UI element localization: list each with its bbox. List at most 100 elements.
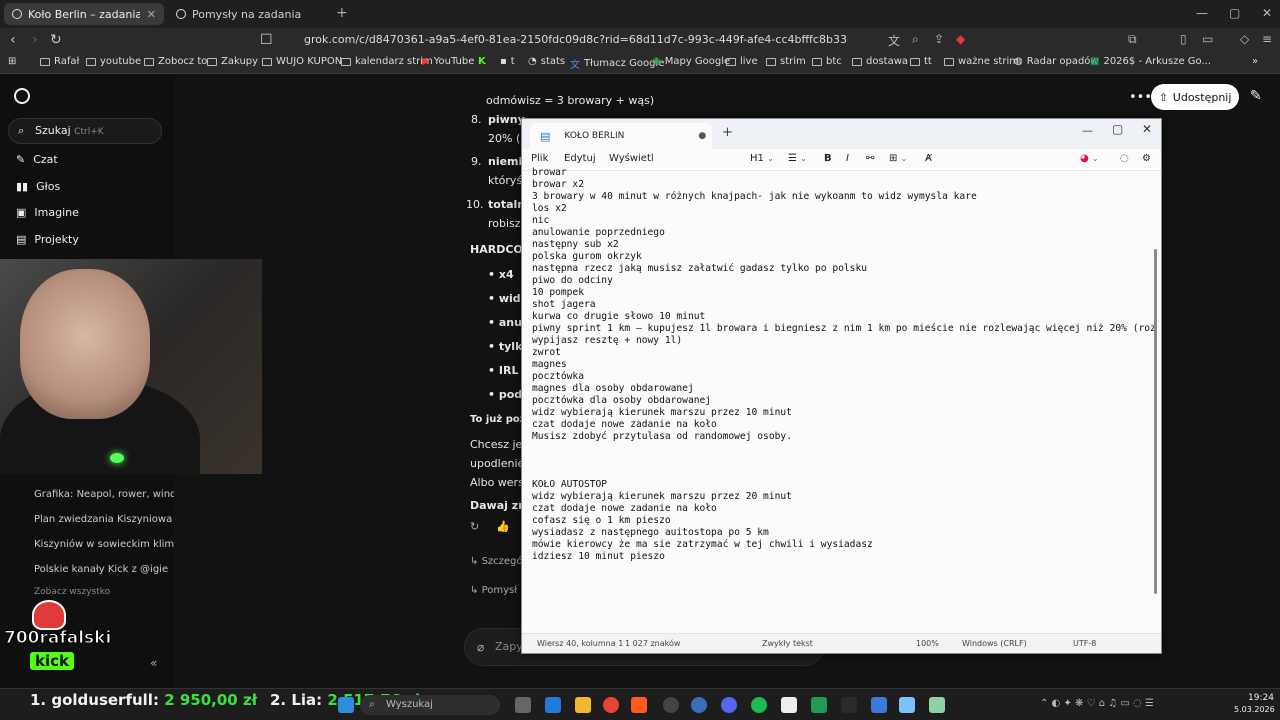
settings-gear-icon[interactable]: ⚙ [1142, 153, 1151, 164]
sidebar-item-projects[interactable]: ▤ Projekty [16, 233, 79, 246]
bookmark-item[interactable]: Zakupy [207, 56, 258, 67]
task-view-icon[interactable] [515, 697, 531, 713]
heading-dropdown[interactable]: H1 ⌄ [750, 153, 774, 164]
notepad-tab[interactable]: ▤ KOŁO BERLIN ● [530, 123, 712, 149]
list-icon[interactable]: ☰ ⌄ [788, 153, 807, 164]
back-icon[interactable]: ‹ [10, 32, 16, 48]
bookmark-item[interactable]: strim [766, 56, 806, 67]
collapse-sidebar-icon[interactable]: « [150, 656, 157, 670]
bookmark-item[interactable]: live [726, 56, 758, 67]
menu-edit[interactable]: Edytuj [564, 153, 596, 164]
menu-file[interactable]: Plik [531, 153, 548, 164]
app-icon[interactable] [691, 697, 707, 713]
search-input[interactable]: ⌕ Szukaj Ctrl+K [8, 118, 162, 144]
bookmark-item[interactable]: 文 Tłumacz Google [570, 56, 664, 71]
thumbs-up-icon[interactable]: 👍 [496, 520, 510, 533]
history-item[interactable]: Grafika: Neapol, rower, wind [34, 489, 176, 500]
menu-view[interactable]: Wyświetl [609, 153, 654, 164]
davinci-icon[interactable] [841, 697, 857, 713]
start-icon[interactable] [338, 697, 354, 713]
clear-format-icon[interactable]: Ⱥ [925, 153, 932, 164]
more-bookmarks-icon[interactable]: » [1252, 56, 1258, 67]
tab-pomysly[interactable]: Pomysły na zadania [168, 3, 328, 25]
tab-kolo-berlin[interactable]: Koło Berlin – zadania dla widzów ✕ [4, 3, 164, 25]
new-tab-button[interactable]: + [722, 125, 733, 140]
chrome-icon[interactable] [603, 697, 619, 713]
menu-icon[interactable]: ≡ [1262, 32, 1272, 46]
photoshop-icon[interactable] [871, 697, 887, 713]
extensions-icon[interactable]: ⧉ [1128, 32, 1137, 47]
clock-date[interactable]: 5.03.2026 [1234, 705, 1275, 714]
regenerate-icon[interactable]: ↻ [470, 520, 479, 533]
close-tab-icon[interactable]: ● [698, 131, 706, 141]
sidebar-item-imagine[interactable]: ▣ Imagine [16, 206, 79, 219]
share-button[interactable]: ⇧ Udostępnij [1151, 84, 1239, 110]
bookmark-item[interactable]: ▶ YouTube [422, 56, 474, 67]
photos-icon[interactable] [545, 697, 561, 713]
app2-icon[interactable] [929, 697, 945, 713]
details-link[interactable]: ↳ Szczegó [470, 556, 523, 567]
close-window-icon[interactable]: ✕ [1262, 6, 1272, 20]
discord-icon[interactable] [721, 697, 737, 713]
reload-icon[interactable]: ↻ [50, 32, 62, 48]
italic-icon[interactable]: I [846, 153, 849, 164]
bold-icon[interactable]: B [824, 153, 832, 164]
brave-shield-icon[interactable]: ◆ [956, 32, 965, 46]
capcut-icon[interactable] [781, 697, 797, 713]
notepad-scrollbar[interactable] [1154, 249, 1157, 594]
excel-icon[interactable] [811, 697, 827, 713]
ideas-link[interactable]: ↳ Pomysł [470, 585, 517, 596]
bookmark-item[interactable]: K [478, 56, 486, 67]
bookmark-item[interactable]: youtube [86, 56, 141, 67]
grok-logo-icon[interactable] [14, 88, 30, 104]
bookmark-item[interactable]: tt [910, 56, 932, 67]
sidebar-item-voice[interactable]: ▮▮ Głos [16, 180, 60, 193]
translate-icon[interactable]: 文 [888, 32, 900, 49]
attach-icon[interactable]: ⌀ [477, 640, 484, 654]
apps-icon[interactable]: ⊞ [8, 56, 16, 67]
notepad-text-area[interactable]: browar browar x2 3 browary w 40 minut w ró… [532, 167, 1157, 635]
maximize-icon[interactable]: ▢ [1229, 6, 1240, 20]
history-item[interactable]: Kiszyniów w sowieckim klim [34, 539, 174, 550]
table-icon[interactable]: ⊞ ⌄ [889, 153, 907, 164]
zoom-level[interactable]: 100% [916, 639, 939, 648]
bookmark-item[interactable]: ważne strim [944, 56, 1019, 67]
minimize-icon[interactable]: — [1196, 6, 1208, 20]
encoding[interactable]: UTF-8 [1073, 639, 1096, 648]
bookmark-item[interactable]: ▪ t [500, 56, 515, 67]
wallet-icon[interactable]: ▭ [1202, 32, 1213, 46]
close-tab-icon[interactable]: ✕ [147, 8, 156, 21]
taskbar-search[interactable]: ⌕ Wyszukaj [360, 695, 500, 715]
forward-icon[interactable]: › [32, 32, 38, 48]
tray-icons[interactable]: ⌃ ◐ ✦ ❋ ♡ ⌂ ♫ ▭ ◌ ☰ [1040, 698, 1154, 709]
text-style[interactable]: Zwykły tekst [762, 639, 813, 648]
sidebar-item-chat[interactable]: ✎ Czat [16, 153, 58, 166]
vpn-icon[interactable]: ◇ [1240, 32, 1249, 46]
bookmark-icon[interactable]: ☐ [260, 32, 273, 48]
see-all-link[interactable]: Zobacz wszystko [34, 587, 110, 597]
bookmark-item[interactable]: Rafał [40, 56, 79, 67]
edit-icon[interactable]: ✎ [1250, 88, 1262, 104]
bookmark-item[interactable]: ◔ stats [528, 56, 565, 67]
copilot-icon[interactable]: ◕ ⌄ [1080, 153, 1099, 164]
brave-icon[interactable] [631, 697, 647, 713]
history-item[interactable]: Plan zwiedzania Kiszyniowa [34, 514, 172, 525]
clock-time[interactable]: 19:24 [1248, 693, 1274, 703]
bookmark-item[interactable]: ▦ 2026$ - Arkusze Go... [1090, 56, 1211, 67]
close-window-icon[interactable]: ✕ [1142, 122, 1152, 136]
zoom-icon[interactable]: ⌕ [912, 32, 919, 47]
bookmark-item[interactable]: dostawa [852, 56, 908, 67]
more-options-icon[interactable]: ••• [1129, 90, 1152, 105]
notepad-taskbar-icon[interactable] [899, 697, 915, 713]
obs-icon[interactable] [663, 697, 679, 713]
share-icon[interactable]: ⇪ [934, 32, 944, 46]
bookmark-item[interactable]: Zobocz to [144, 56, 207, 67]
maximize-icon[interactable]: ▢ [1112, 122, 1123, 136]
explorer-icon[interactable] [575, 697, 591, 713]
bookmark-item[interactable]: kalendarz strim [341, 56, 433, 67]
account-icon[interactable]: ◌ [1120, 153, 1129, 164]
link-icon[interactable]: ⚯ [866, 153, 874, 164]
bookmark-item[interactable]: ◍ Radar opadów [1014, 56, 1099, 67]
bookmark-item[interactable]: WUJO KUPON [262, 56, 342, 67]
bookmark-item[interactable]: ◉ Mapy Google [652, 56, 730, 67]
